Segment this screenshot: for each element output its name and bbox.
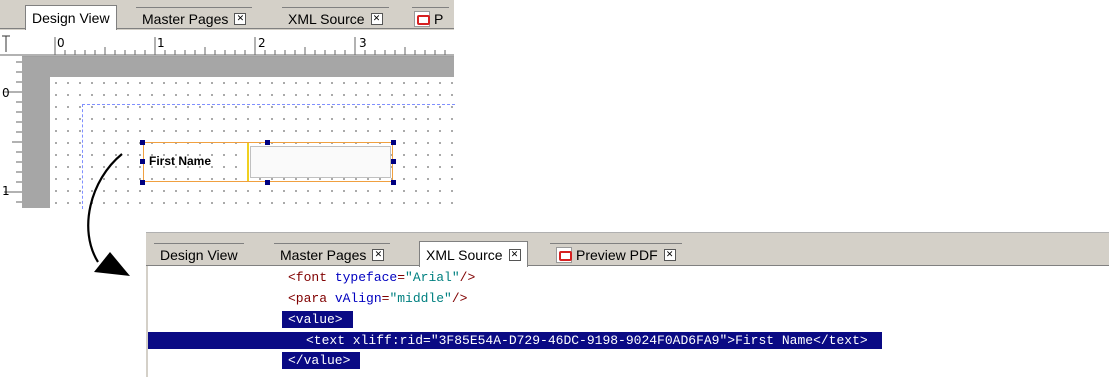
code-attr: vAlign	[334, 291, 382, 306]
tab-design-view[interactable]: Design View	[154, 243, 244, 265]
tab-label: Master Pages	[142, 10, 229, 27]
pdf-icon	[556, 246, 572, 263]
xml-code-editor[interactable]: <font typeface="Arial"/> <para vAlign="m…	[148, 266, 1109, 377]
ruler-number: 1	[157, 36, 165, 50]
selection-handle[interactable]	[391, 159, 396, 164]
selection-handle[interactable]	[391, 140, 396, 145]
caption-separator	[247, 143, 249, 181]
selection-handle[interactable]	[391, 180, 396, 185]
ruler-number: 0	[2, 86, 10, 100]
close-icon[interactable]: ✕	[508, 248, 521, 261]
ruler-number: 1	[2, 184, 10, 198]
code-tag: <para	[288, 291, 335, 306]
code-line-value-open: <value>	[282, 311, 353, 328]
vertical-ruler: 0 1	[0, 56, 23, 208]
tab-preview-pdf[interactable]: Preview PDF ✕	[550, 243, 682, 265]
horizontal-ruler: 0 1 2 3	[0, 30, 454, 57]
tab-preview-pdf[interactable]: P	[412, 7, 450, 29]
tab-label: XML Source	[288, 10, 365, 27]
tab-master-pages[interactable]: Master Pages ✕	[136, 7, 253, 29]
tab-master-pages[interactable]: Master Pages ✕	[274, 243, 391, 265]
close-icon[interactable]: ✕	[370, 12, 383, 25]
pdf-icon	[414, 10, 430, 27]
tab-xml-source[interactable]: XML Source ✕	[282, 7, 389, 29]
code-line-value-close: </value>	[282, 352, 361, 369]
code-tag: <font	[288, 270, 335, 285]
selection-handle[interactable]	[265, 180, 270, 185]
top-tab-bar: Design View Master Pages ✕ XML Source ✕ …	[0, 0, 454, 30]
code-attr: typeface	[334, 270, 398, 285]
tab-label: P	[434, 10, 444, 27]
ruler-number: 3	[359, 36, 367, 50]
code-line-para: <para vAlign="middle"/>	[288, 290, 467, 307]
selection-handle[interactable]	[265, 140, 270, 145]
tab-label: Master Pages	[280, 246, 367, 263]
tab-label: Design View	[32, 10, 110, 26]
tab-design-view[interactable]: Design View	[25, 5, 117, 30]
code-value: "middle"	[389, 291, 452, 306]
text-field-input-area[interactable]	[250, 146, 391, 178]
close-icon[interactable]: ✕	[663, 248, 676, 261]
code-tag: />	[459, 270, 476, 285]
tab-xml-source[interactable]: XML Source ✕	[419, 241, 528, 267]
ruler-number: 0	[57, 36, 65, 50]
tab-label: Preview PDF	[576, 246, 658, 263]
bottom-tab-bar: Design View Master Pages ✕ XML Source ✕ …	[146, 232, 1109, 267]
tab-label: Design View	[160, 246, 238, 263]
close-icon[interactable]: ✕	[234, 12, 247, 25]
ruler-number: 2	[258, 36, 266, 50]
code-tag: />	[451, 291, 468, 306]
code-line-text: <text xliff:rid="3F85E54A-D729-46DC-9198…	[148, 332, 882, 349]
tab-label: XML Source	[426, 246, 503, 263]
close-icon[interactable]: ✕	[372, 248, 385, 261]
code-value: "Arial"	[405, 270, 460, 285]
code-line-font: <font typeface="Arial"/>	[288, 269, 475, 286]
code-eq: =	[397, 270, 406, 285]
